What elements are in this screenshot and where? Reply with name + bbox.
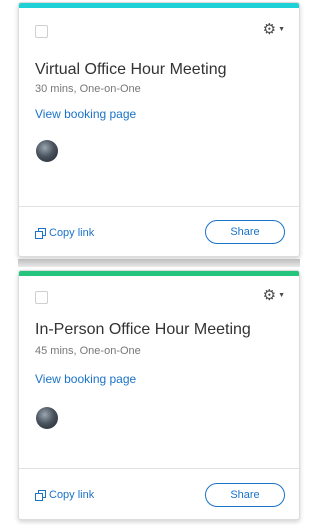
avatar bbox=[36, 140, 58, 162]
card-separator-shadow bbox=[18, 259, 300, 267]
card-accent-bar bbox=[19, 271, 299, 276]
copy-icon bbox=[35, 228, 46, 239]
card-divider bbox=[19, 468, 299, 469]
event-title: In-Person Office Hour Meeting bbox=[35, 321, 251, 338]
avatar bbox=[36, 407, 58, 429]
card-accent-bar bbox=[19, 3, 299, 8]
share-button[interactable]: Share bbox=[205, 220, 285, 244]
event-type-card: ⚙ ▼ Virtual Office Hour Meeting 30 mins,… bbox=[18, 2, 300, 257]
chevron-down-icon: ▼ bbox=[278, 292, 285, 299]
copy-link-button[interactable]: Copy link bbox=[35, 227, 94, 239]
copy-link-label: Copy link bbox=[49, 227, 95, 239]
card-divider bbox=[19, 206, 299, 207]
chevron-down-icon: ▼ bbox=[278, 26, 285, 33]
event-duration: 30 mins, One-on-One bbox=[35, 83, 141, 95]
view-booking-page-link[interactable]: View booking page bbox=[35, 372, 136, 386]
select-checkbox[interactable] bbox=[35, 291, 48, 304]
gear-icon: ⚙ bbox=[262, 287, 277, 304]
view-booking-page-link[interactable]: View booking page bbox=[35, 107, 136, 121]
copy-link-button[interactable]: Copy link bbox=[35, 489, 94, 501]
settings-menu-button[interactable]: ⚙ ▼ bbox=[263, 288, 285, 303]
event-type-card: ⚙ ▼ In-Person Office Hour Meeting 45 min… bbox=[18, 270, 300, 520]
copy-link-label: Copy link bbox=[49, 489, 95, 501]
settings-menu-button[interactable]: ⚙ ▼ bbox=[263, 22, 285, 37]
select-checkbox[interactable] bbox=[35, 25, 48, 38]
gear-icon: ⚙ bbox=[262, 21, 277, 38]
copy-icon bbox=[35, 490, 46, 501]
event-title: Virtual Office Hour Meeting bbox=[35, 61, 227, 78]
share-button[interactable]: Share bbox=[205, 483, 285, 507]
event-duration: 45 mins, One-on-One bbox=[35, 345, 141, 357]
